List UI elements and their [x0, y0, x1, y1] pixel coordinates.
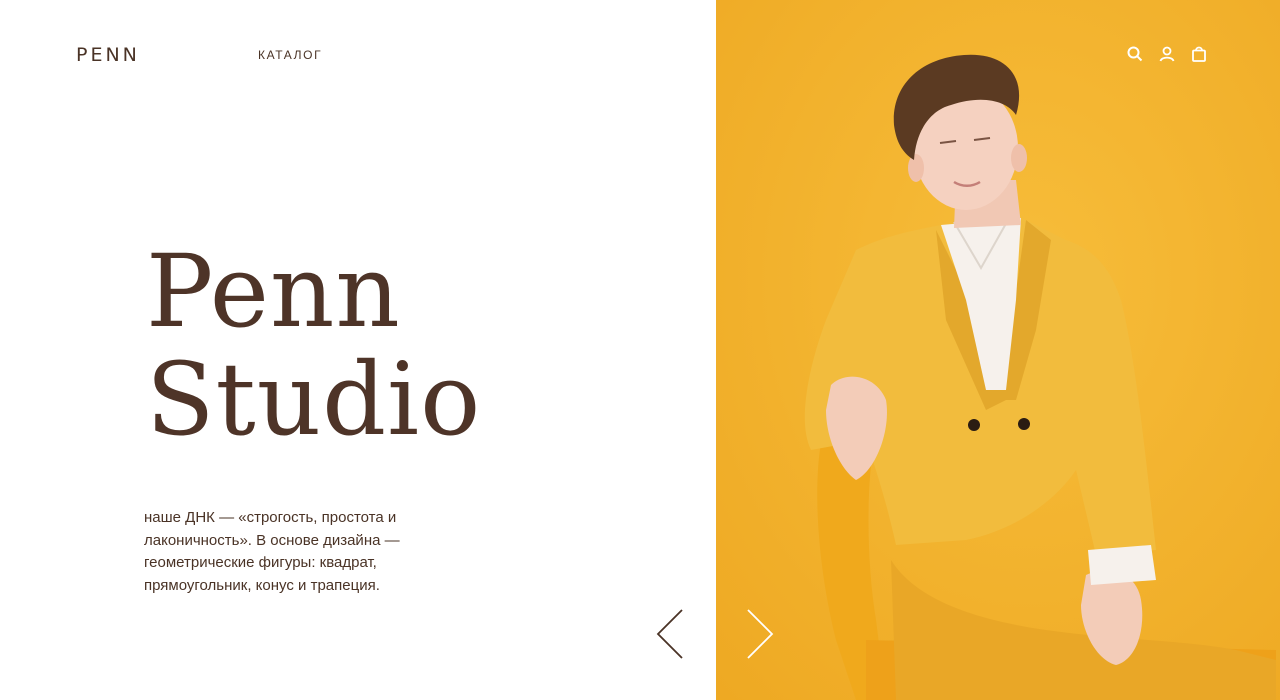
- brand-logo[interactable]: PENN: [76, 44, 140, 66]
- hero-title-line-2: Studio: [146, 341, 482, 458]
- hero-title: Penn Studio: [146, 238, 481, 454]
- chevron-left-icon: [656, 609, 683, 659]
- hero-title-line-1: Penn: [146, 233, 401, 350]
- model-photo: [716, 0, 1280, 700]
- hero-description: наше ДНК — «строгость, простота и лакони…: [144, 509, 400, 594]
- search-icon[interactable]: [1126, 45, 1144, 63]
- bag-icon[interactable]: [1190, 45, 1208, 63]
- header-icons: [1126, 45, 1208, 63]
- slider-next-button[interactable]: [740, 608, 776, 660]
- slider-prev-button[interactable]: [654, 608, 690, 660]
- user-icon[interactable]: [1158, 45, 1176, 63]
- hero-image-panel: [716, 0, 1280, 700]
- hero-text-panel: PENN КАТАЛОГ Penn Studio наше ДНК — «стр…: [0, 0, 716, 700]
- nav-catalog-link[interactable]: КАТАЛОГ: [258, 48, 322, 62]
- chevron-right-icon: [747, 609, 774, 659]
